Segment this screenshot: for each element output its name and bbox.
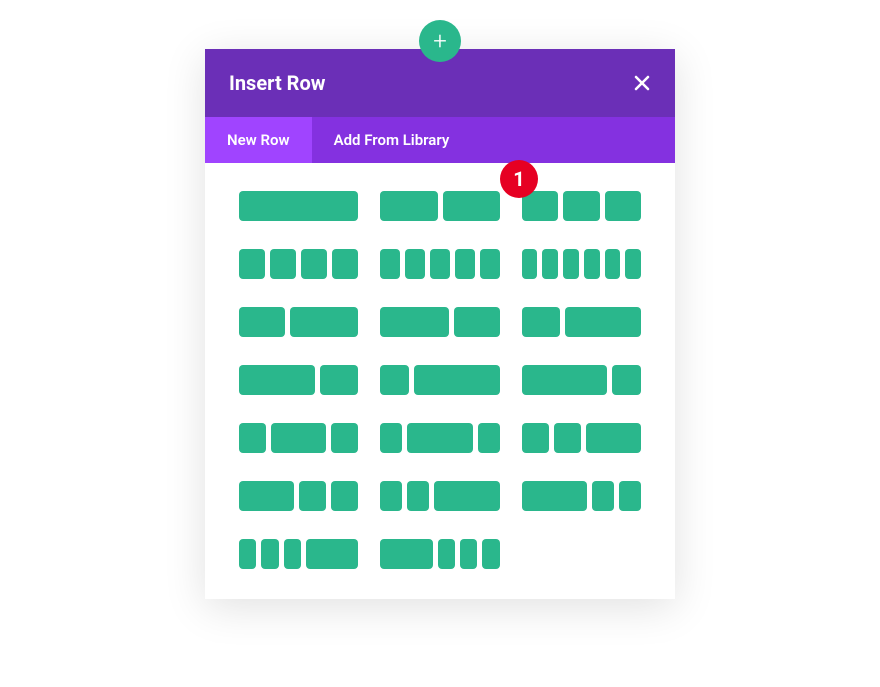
layout-col [301,249,327,279]
layout-col [270,249,296,279]
layout-col [454,307,500,337]
layout-col [239,481,294,511]
layout-col [290,307,359,337]
layout-col [380,539,432,569]
layout-col [239,539,256,569]
layout-col [261,539,278,569]
layout-1-4-3-4[interactable] [380,365,499,395]
layout-col [522,423,549,453]
layout-1-6-1-6-1-6-1-2[interactable] [239,539,358,569]
layout-col [306,539,358,569]
layout-col [563,191,599,221]
layout-col [405,249,425,279]
layout-1-4-1-4-1-2[interactable] [522,423,641,453]
layout-full[interactable] [239,191,358,221]
tab-add-from-library[interactable]: Add From Library [312,117,472,163]
layout-col [299,481,326,511]
layout-col [480,249,500,279]
layout-1-2-1-6-1-6-1-6[interactable] [380,539,499,569]
layout-col [522,481,588,511]
layout-col [239,365,315,395]
layout-col [592,481,614,511]
layout-1-5-3-5-1-5[interactable] [380,423,499,453]
layout-col [430,249,450,279]
layout-col [239,249,265,279]
layout-col [586,423,641,453]
layout-col [320,365,358,395]
layout-col [239,423,266,453]
layout-col [455,249,475,279]
plus-icon: + [433,27,447,55]
tab-new-row[interactable]: New Row [205,117,312,163]
layout-1-4-1-2-1-4[interactable] [239,423,358,453]
layout-2-5-3-5[interactable] [239,307,358,337]
layout-col [522,249,538,279]
layout-col [407,423,473,453]
layout-col [434,481,500,511]
layout-col [271,423,326,453]
layout-1-3-2-3[interactable] [522,307,641,337]
layout-1-2-1-4-1-4[interactable] [239,481,358,511]
layout-col [625,249,641,279]
layout-col [563,249,579,279]
layout-col [380,423,402,453]
tabs: New Row Add From Library [205,117,675,163]
layout-col [605,191,641,221]
layout-col [332,249,358,279]
layout-grid [239,191,641,569]
layout-sixths[interactable] [522,249,641,279]
layout-col [331,481,358,511]
layout-col [542,249,558,279]
modal-title: Insert Row [229,71,325,95]
layout-col [380,481,402,511]
layout-col [478,423,500,453]
layout-thirds[interactable] [522,191,641,221]
layout-col [380,249,400,279]
layout-col [554,423,581,453]
layout-3-5-1-5-1-5[interactable] [522,481,641,511]
layout-2-3-1-3[interactable] [239,365,358,395]
layout-fifths[interactable] [380,249,499,279]
layout-col [612,365,641,395]
insert-row-modal: Insert Row New Row Add From Library 1 [205,49,675,599]
modal-body: 1 [205,163,675,599]
layout-quarters[interactable] [239,249,358,279]
layout-col [565,307,641,337]
layout-col [284,539,301,569]
layout-3-5-2-5[interactable] [380,307,499,337]
layout-col [460,539,477,569]
layout-col [239,191,358,221]
annotation-badge: 1 [500,160,538,198]
layout-col [482,539,499,569]
layout-col [239,307,285,337]
layout-half-half[interactable] [380,191,499,221]
layout-col [380,365,409,395]
close-icon[interactable] [633,74,651,92]
layout-col [522,365,608,395]
layout-col [443,191,500,221]
layout-col [414,365,500,395]
layout-col [619,481,641,511]
layout-3-4-1-4[interactable] [522,365,641,395]
layout-col [380,191,437,221]
add-button[interactable]: + [419,20,461,62]
layout-col [331,423,358,453]
layout-col [584,249,600,279]
layout-col [438,539,455,569]
layout-col [380,307,449,337]
layout-1-5-1-5-3-5[interactable] [380,481,499,511]
layout-col [522,307,560,337]
layout-col [605,249,621,279]
layout-col [407,481,429,511]
